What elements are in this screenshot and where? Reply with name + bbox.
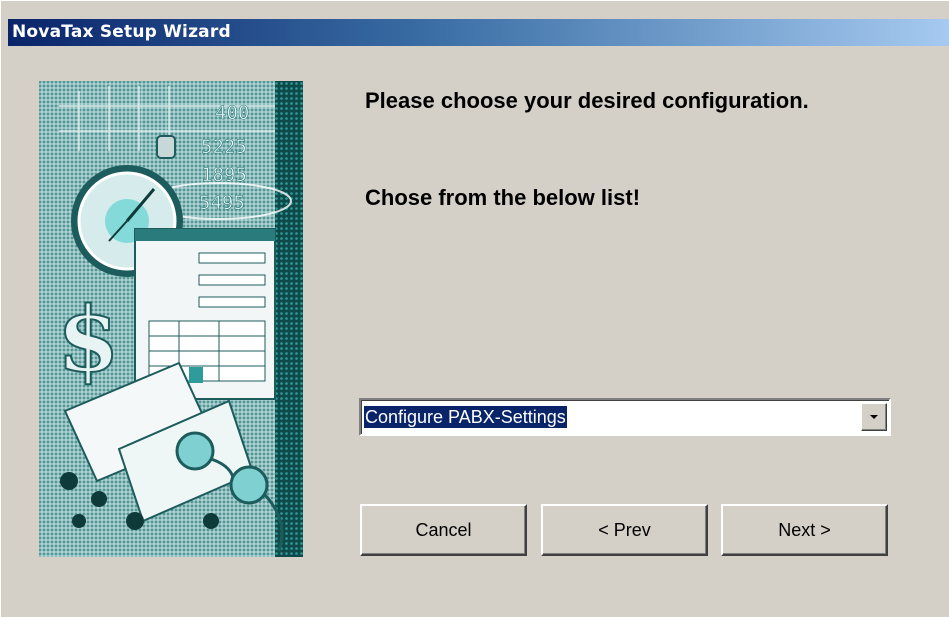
window-title: NovaTax Setup Wizard	[12, 22, 231, 42]
cancel-button[interactable]: Cancel	[360, 504, 527, 556]
configuration-dropdown-field: Configure PABX-Settings	[361, 400, 889, 434]
configuration-dropdown[interactable]: Configure PABX-Settings	[359, 398, 891, 436]
configuration-dropdown-value[interactable]: Configure PABX-Settings	[363, 405, 568, 429]
svg-text:$: $	[57, 287, 120, 393]
banner-number: 5225	[201, 136, 247, 158]
next-button[interactable]: Next >	[721, 504, 888, 556]
chevron-down-icon	[870, 415, 878, 419]
page-subheading: Chose from the below list!	[365, 185, 641, 210]
setup-wizard-window: NovaTax Setup Wizard 400 5225 1895 5495 …	[0, 0, 949, 617]
title-bar[interactable]: NovaTax Setup Wizard	[8, 19, 949, 46]
page-heading: Please choose your desired configuration…	[365, 88, 809, 113]
wizard-banner-illustration: 400 5225 1895 5495 $	[39, 81, 303, 557]
prev-button[interactable]: < Prev	[541, 504, 708, 556]
banner-number: 5495	[199, 192, 245, 214]
dropdown-button[interactable]	[861, 403, 887, 431]
banner-number: 400	[215, 102, 249, 124]
